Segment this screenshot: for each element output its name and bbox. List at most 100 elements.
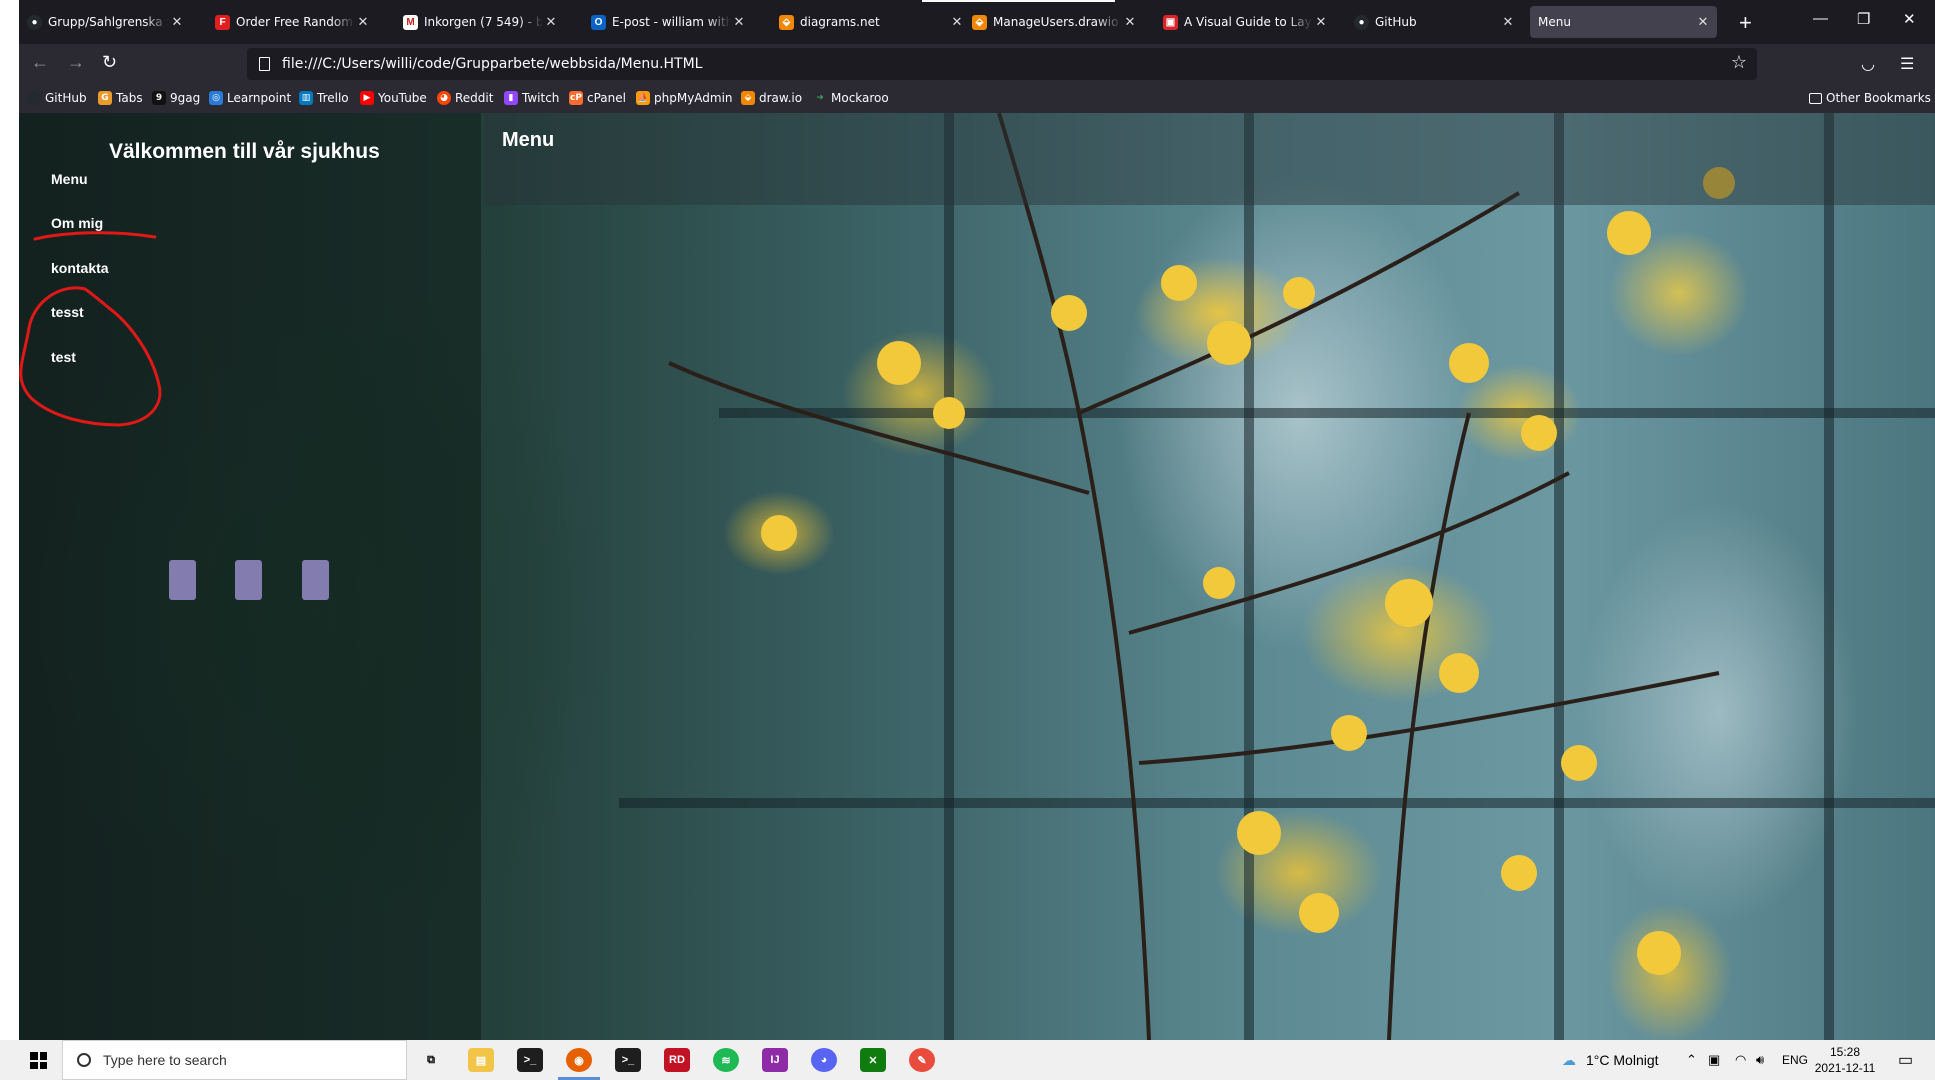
tab-7[interactable]: ▣ A Visual Guide to Layout ✕	[1155, 0, 1335, 44]
new-tab-button[interactable]: +	[1739, 10, 1752, 36]
welcome-heading: Välkommen till vår sjukhus	[109, 140, 380, 163]
forward-icon[interactable]: →	[67, 52, 85, 73]
tray-app-icon[interactable]: ▣	[1708, 1040, 1720, 1080]
page-content: Välkommen till vår sjukhus Menu Om mig k…	[19, 113, 1935, 1040]
volume-icon[interactable]: 🔊︎	[1756, 1040, 1764, 1080]
close-icon[interactable]: ✕	[543, 14, 559, 30]
taskbar-search-input[interactable]: Type here to search	[62, 1040, 407, 1080]
bookmark-label: GitHub	[45, 91, 87, 105]
close-icon[interactable]: ✕	[1500, 14, 1516, 30]
bookmark-star-icon[interactable]: ☆	[1731, 52, 1747, 73]
rider-icon[interactable]: RD	[664, 1048, 690, 1072]
bookmark-github[interactable]: GitHub	[27, 91, 87, 105]
nav-tesst-link[interactable]: tesst	[51, 304, 84, 320]
f-logo-icon: F	[215, 14, 230, 30]
tab-2[interactable]: F Order Free Random Names ✕	[207, 0, 377, 44]
tab-active-menu[interactable]: Menu ✕	[1530, 6, 1717, 38]
bookmark-reddit[interactable]: ◕ Reddit	[437, 91, 493, 105]
pocket-icon[interactable]: ◡	[1861, 54, 1875, 74]
file-explorer-icon[interactable]: ▤	[468, 1048, 494, 1072]
bookmark-phpmyadmin[interactable]: ⛵ phpMyAdmin	[636, 91, 733, 105]
bookmark-cpanel[interactable]: cP cPanel	[569, 91, 626, 105]
tab-5[interactable]: ⬙ diagrams.net ✕	[771, 0, 971, 44]
terminal-icon[interactable]: >_	[517, 1048, 543, 1072]
other-bookmarks[interactable]: Other Bookmarks	[1809, 91, 1931, 105]
close-icon[interactable]: ✕	[1122, 14, 1138, 30]
command-prompt-icon[interactable]: >_	[615, 1048, 641, 1072]
close-icon[interactable]: ✕	[1695, 14, 1711, 30]
decorative-box	[235, 560, 262, 600]
bookmark-label: Learnpoint	[227, 91, 292, 105]
reload-icon[interactable]: ↻	[102, 52, 117, 73]
bookmark-drawio[interactable]: ⬙ draw.io	[741, 91, 802, 105]
notifications-icon[interactable]: ▭	[1898, 1040, 1913, 1080]
tab-title: Order Free Random Names	[236, 15, 355, 29]
clock-date: 2021-12-11	[1814, 1061, 1876, 1075]
tab-3[interactable]: M Inkorgen (7 549) - bacon ✕	[395, 0, 565, 44]
tab-title: Menu	[1538, 15, 1571, 29]
search-icon	[77, 1053, 91, 1067]
paint-icon[interactable]: ✎	[909, 1048, 935, 1072]
close-icon[interactable]: ✕	[355, 14, 371, 30]
github-icon: ●	[27, 14, 42, 30]
minimize-icon[interactable]: —	[1813, 10, 1828, 27]
tab-1[interactable]: ● Grupp/Sahlgrenska Sjukhus ✕	[19, 0, 191, 44]
tab-title: ManageUsers.drawio - diagrams.net	[993, 15, 1122, 29]
bookmark-trello[interactable]: ▥ Trello	[299, 91, 349, 105]
discord-icon[interactable]: ◕	[811, 1048, 837, 1072]
back-icon[interactable]: ←	[31, 52, 49, 73]
intellij-icon[interactable]: IJ	[762, 1048, 788, 1072]
tabs-icon: G	[98, 91, 112, 105]
task-view-icon[interactable]: ⧉	[418, 1048, 444, 1072]
xbox-icon[interactable]: ✕	[860, 1048, 886, 1072]
page-header	[484, 113, 1935, 205]
bookmarks-toolbar: GitHub G Tabs 9 9gag ◎ Learnpoint ▥ Trel…	[19, 85, 1935, 113]
bookmark-learnpoint[interactable]: ◎ Learnpoint	[209, 91, 291, 105]
show-hidden-icons[interactable]: ⌃	[1686, 1040, 1697, 1080]
system-clock[interactable]: 15:28 2021-12-11	[1800, 1044, 1890, 1076]
tab-8[interactable]: ● GitHub ✕	[1346, 0, 1522, 44]
nav-test-link[interactable]: test	[51, 349, 76, 365]
bookmark-youtube[interactable]: ▶ YouTube	[360, 91, 427, 105]
reddit-icon: ◕	[437, 91, 451, 105]
hamburger-menu-icon[interactable]: ☰	[1900, 54, 1914, 74]
twitch-icon: ▮	[504, 91, 518, 105]
tab-6[interactable]: ⬙ ManageUsers.drawio - diagrams.net ✕	[964, 0, 1144, 44]
learnpoint-icon: ◎	[209, 91, 223, 105]
nav-menu-link[interactable]: Menu	[51, 171, 88, 187]
9gag-icon: 9	[152, 91, 166, 105]
bookmark-label: YouTube	[378, 91, 427, 105]
bookmark-label: 9gag	[170, 91, 201, 105]
decorative-box	[302, 560, 329, 600]
github-icon	[27, 91, 41, 105]
bookmark-tabs[interactable]: G Tabs	[98, 91, 143, 105]
window-close-icon[interactable]: ✕	[1903, 10, 1916, 28]
windows-start-icon[interactable]	[30, 1052, 47, 1069]
tab-4[interactable]: O E-post - william with - Outlook ✕	[583, 0, 753, 44]
bookmark-label: Reddit	[455, 91, 494, 105]
firefox-icon[interactable]: ◉	[558, 1048, 600, 1080]
close-icon[interactable]: ✕	[731, 14, 747, 30]
youtube-icon: ▶	[360, 91, 374, 105]
decorative-box	[169, 560, 196, 600]
spotify-icon[interactable]: ≋	[713, 1048, 739, 1072]
restore-icon[interactable]: ❐	[1857, 10, 1870, 28]
weather-widget[interactable]: ☁ 1°C Molnigt	[1562, 1040, 1659, 1080]
bookmark-twitch[interactable]: ▮ Twitch	[504, 91, 559, 105]
cloud-icon: ☁	[1562, 1051, 1576, 1068]
nav-kontakta-link[interactable]: kontakta	[51, 260, 109, 276]
page-title: Menu	[502, 129, 555, 151]
address-bar[interactable]: file:///C:/Users/willi/code/Grupparbete/…	[247, 48, 1757, 80]
bookmark-label: Other Bookmarks	[1826, 91, 1931, 105]
close-icon[interactable]: ✕	[1313, 14, 1329, 30]
tab-title: diagrams.net	[800, 15, 880, 29]
tab-title: A Visual Guide to Layout	[1184, 15, 1313, 29]
bookmark-9gag[interactable]: 9 9gag	[152, 91, 200, 105]
nav-om-mig-link[interactable]: Om mig	[51, 215, 103, 231]
wifi-icon[interactable]: ◠	[1735, 1040, 1746, 1080]
video-icon: ▣	[1163, 14, 1178, 30]
close-icon[interactable]: ✕	[949, 14, 965, 30]
bookmark-mockaroo[interactable]: ➜ Mockaroo	[813, 91, 889, 105]
github-icon: ●	[1354, 14, 1369, 30]
close-icon[interactable]: ✕	[169, 14, 185, 30]
